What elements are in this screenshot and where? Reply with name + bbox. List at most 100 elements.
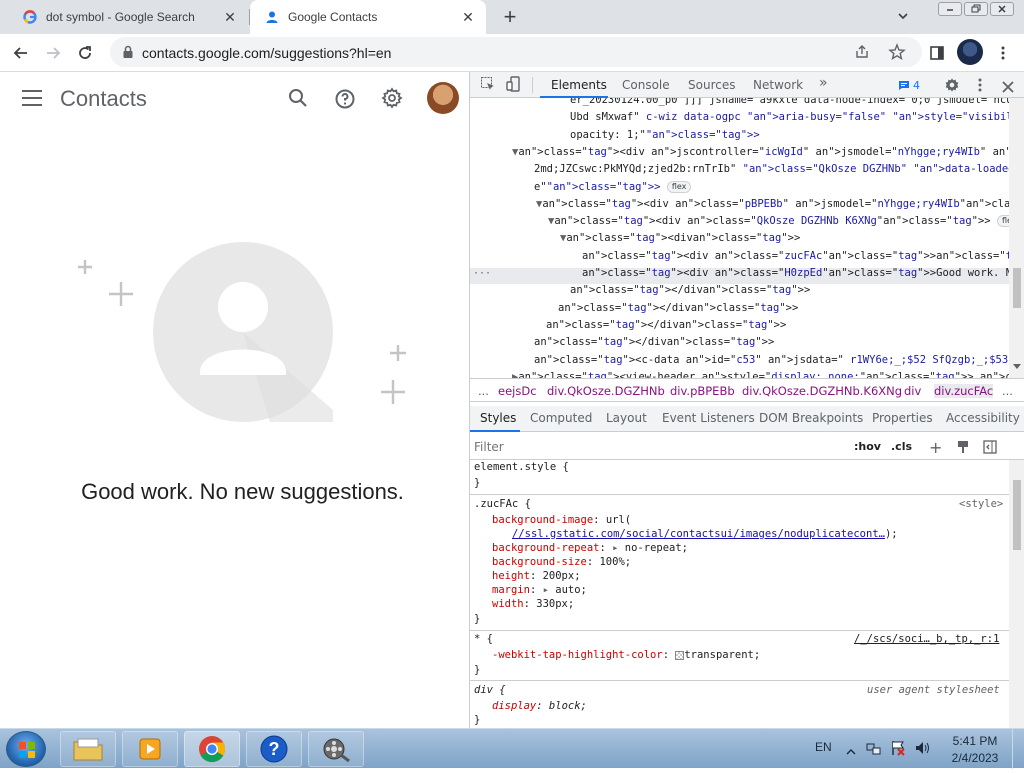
dom-scrollbar[interactable]	[1009, 98, 1024, 378]
rule-source-link[interactable]: <style>	[959, 497, 1003, 511]
back-icon[interactable]	[9, 41, 33, 65]
address-bar[interactable]: contacts.google.com/suggestions?hl=en	[110, 37, 922, 67]
breadcrumb-item[interactable]: div.pBPEBb	[670, 384, 735, 398]
dom-node-line[interactable]: er_20230124.00_p0 ]]] jsname= a9kxte dat…	[570, 98, 1009, 108]
breadcrumb-item[interactable]: div.zucFAc	[934, 384, 994, 398]
dom-node-line[interactable]: ▼an">class="tag"><div an">class="QkOsze …	[548, 213, 1009, 229]
bookmark-star-icon[interactable]	[888, 43, 906, 66]
media-player-button[interactable]	[122, 731, 178, 767]
universal-selector[interactable]: * {	[474, 632, 493, 646]
reload-icon[interactable]	[73, 41, 97, 65]
start-button[interactable]	[6, 731, 46, 767]
styles-pane[interactable]: element.style { } .zucFAc { <style> back…	[470, 460, 1009, 728]
node-actions-ellipsis[interactable]: ···	[473, 268, 491, 279]
account-avatar[interactable]	[427, 82, 459, 114]
css-declaration[interactable]: background-size: 100%;	[492, 555, 631, 569]
issues-badge[interactable]: 4	[893, 76, 925, 94]
flex-badge[interactable]: flex	[666, 180, 692, 193]
breadcrumb-item[interactable]: eejsDc	[498, 384, 537, 398]
new-tab-icon[interactable]: +	[498, 4, 522, 29]
dom-node-line[interactable]: opacity: 1;""an">class="tag">>	[570, 127, 760, 143]
css-declaration[interactable]: background-repeat: ▸ no-repeat;	[492, 541, 688, 555]
share-icon[interactable]	[854, 44, 870, 65]
dom-node-line[interactable]: e""an">class="tag">> flex	[534, 179, 692, 195]
dom-node-line[interactable]: an">class="tag"><c-data an">id="c53" an"…	[534, 352, 1009, 368]
search-icon[interactable]	[286, 86, 310, 110]
devtools-menu-icon[interactable]	[977, 77, 983, 97]
restore-icon[interactable]	[964, 2, 988, 16]
breadcrumb-item[interactable]: ...	[478, 384, 489, 398]
hover-state-toggle[interactable]: :hov	[854, 440, 881, 453]
tab-sources[interactable]: Sources	[688, 78, 735, 92]
paint-brush-icon[interactable]	[956, 439, 970, 458]
styles-scrollbar[interactable]	[1009, 460, 1024, 728]
gear-icon[interactable]	[944, 77, 960, 97]
css-declaration[interactable]: -webkit-tap-highlight-color: transparent…	[492, 648, 760, 662]
inspect-element-icon[interactable]	[480, 76, 496, 96]
tab-accessibility[interactable]: Accessibility	[946, 411, 1020, 425]
close-devtools-icon[interactable]	[1002, 78, 1014, 97]
tray-expand-icon[interactable]	[846, 743, 856, 761]
flex-badge[interactable]: flex	[996, 215, 1009, 228]
volume-icon[interactable]	[914, 740, 932, 761]
close-window-icon[interactable]	[990, 2, 1014, 16]
language-indicator[interactable]: EN	[815, 740, 832, 754]
zucfac-selector[interactable]: .zucFAc {	[474, 497, 531, 511]
breadcrumb-item[interactable]: div.QkOsze.DGZHNb	[547, 384, 665, 398]
media-center-button[interactable]	[308, 731, 364, 767]
div-selector[interactable]: div {	[474, 683, 506, 697]
dom-node-line[interactable]: 2md;JZCswc:PkMYQd;zjed2b:rnTrIb" "an">cl…	[534, 161, 1009, 177]
action-center-icon[interactable]	[890, 740, 906, 761]
tab-event-listeners[interactable]: Event Listeners	[662, 411, 755, 425]
tab-elements[interactable]: Elements	[551, 78, 607, 92]
rule-source-link[interactable]: /_/scs/soci…_b,_tp,_r:1	[854, 632, 999, 646]
chrome-taskbar-button[interactable]	[184, 731, 240, 767]
breadcrumb-item[interactable]: ...	[1002, 384, 1013, 398]
close-tab-icon[interactable]: ✕	[222, 9, 238, 25]
dom-node-line[interactable]: an">class="tag"></divan">class="tag">>	[570, 282, 810, 298]
close-tab-icon[interactable]: ✕	[460, 9, 476, 25]
breadcrumb-item[interactable]: div.QkOsze.DGZHNb.K6XNg	[742, 384, 902, 398]
network-icon[interactable]	[866, 740, 882, 761]
new-rule-icon[interactable]: +	[929, 438, 942, 457]
class-toggle[interactable]: .cls	[891, 440, 912, 453]
forward-icon[interactable]	[41, 41, 65, 65]
tab-google-contacts[interactable]: Google Contacts ✕	[250, 0, 486, 34]
tab-styles[interactable]: Styles	[480, 411, 516, 425]
dom-node-line[interactable]: ▼an">class="tag"><div an">class="pBPEBb"…	[536, 196, 1009, 212]
css-declaration[interactable]: height: 200px;	[492, 569, 581, 583]
element-style-selector[interactable]: element.style {	[474, 460, 569, 474]
dom-node-line[interactable]: an">class="tag"><div an">class="H0zpEd"a…	[582, 265, 1009, 281]
tab-properties[interactable]: Properties	[872, 411, 933, 425]
css-declaration[interactable]: width: 330px;	[492, 597, 574, 611]
more-options-icon[interactable]	[991, 41, 1015, 65]
tab-layout[interactable]: Layout	[606, 411, 647, 425]
show-desktop-button[interactable]	[1012, 729, 1024, 769]
css-declaration-value[interactable]: //ssl.gstatic.com/social/contactsui/imag…	[512, 527, 898, 541]
scrollbar-thumb[interactable]	[1013, 480, 1021, 550]
more-tabs-icon[interactable]: »	[819, 75, 828, 91]
dom-node-line[interactable]: ▼an">class="tag"><divan">class="tag">>	[560, 230, 800, 246]
gear-icon[interactable]	[380, 86, 404, 110]
dom-tree[interactable]: ··· er_20230124.00_p0 ]]] jsname= a9kxte…	[470, 98, 1009, 378]
dom-node-line[interactable]: Ubd sMxwaf" c-wiz data-ogpc "an">aria-bu…	[570, 109, 1009, 125]
dom-node-line[interactable]: ▼an">class="tag"><div an">jscontroller="…	[512, 144, 1009, 160]
css-declaration[interactable]: background-image: url(	[492, 513, 631, 527]
file-explorer-button[interactable]	[60, 731, 116, 767]
css-declaration[interactable]: margin: ▸ auto;	[492, 583, 587, 597]
clock-time[interactable]: 5:41 PM	[950, 734, 1000, 748]
device-toolbar-icon[interactable]	[506, 76, 522, 96]
dom-node-line[interactable]: ▶an">class="tag"><view-header an">style=…	[512, 369, 1009, 378]
side-panel-icon[interactable]	[925, 41, 949, 65]
help-icon[interactable]	[333, 87, 357, 111]
tab-dom-breakpoints[interactable]: DOM Breakpoints	[759, 411, 863, 425]
minimize-icon[interactable]	[938, 2, 962, 16]
help-taskbar-button[interactable]: ?	[246, 731, 302, 767]
styles-filter-input[interactable]	[474, 437, 844, 457]
tab-google-search[interactable]: dot symbol - Google Search ✕	[8, 0, 248, 34]
tab-console[interactable]: Console	[622, 78, 670, 92]
breadcrumb-item[interactable]: div	[904, 384, 921, 398]
profile-avatar[interactable]	[957, 39, 983, 65]
tab-network[interactable]: Network	[753, 78, 803, 92]
dom-node-line[interactable]: an">class="tag"><div an">class="zucFAc"a…	[582, 248, 1009, 264]
